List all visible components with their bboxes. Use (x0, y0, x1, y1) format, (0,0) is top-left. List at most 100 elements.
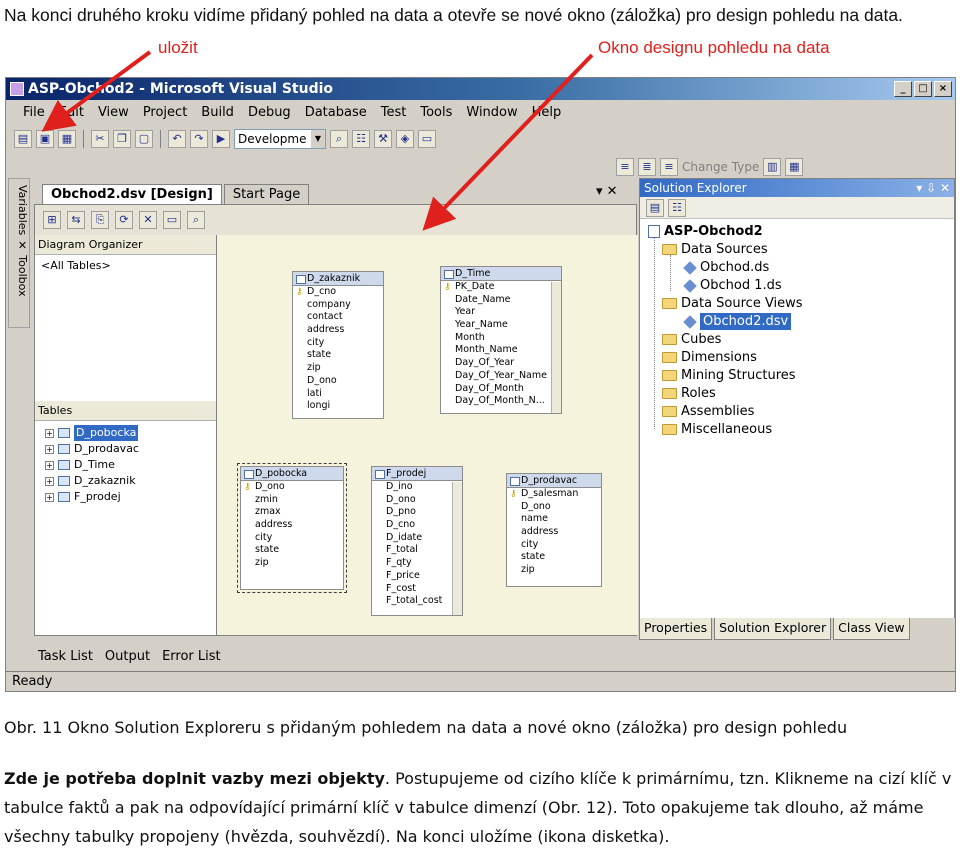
table-icon[interactable]: ▦ (785, 158, 804, 176)
configuration-combo[interactable]: Developme ▼ (234, 129, 326, 149)
expand-icon[interactable]: + (45, 492, 54, 502)
column[interactable]: F_total (372, 544, 462, 557)
column[interactable]: F_price (372, 570, 462, 583)
table-row[interactable]: + D_zakaznik (35, 473, 216, 489)
column[interactable]: F_cost (372, 583, 462, 596)
column[interactable]: city (241, 532, 343, 545)
expand-icon[interactable]: + (45, 476, 54, 486)
menu-file[interactable]: File (16, 102, 52, 124)
window-layout-icon[interactable]: ▭ (418, 130, 436, 148)
column[interactable]: address (293, 324, 383, 337)
column[interactable]: zmax (241, 506, 343, 519)
tree-node-ds2[interactable]: Obchod 1.ds (683, 277, 782, 294)
change-type-button[interactable]: Change Type (682, 160, 759, 174)
column[interactable]: contact (293, 311, 383, 324)
menu-debug[interactable]: Debug (241, 102, 298, 124)
properties-icon[interactable]: ☷ (352, 130, 370, 148)
column[interactable]: PK_Date (441, 281, 561, 294)
redo-icon[interactable]: ↷ (190, 130, 208, 148)
column[interactable]: Day_Of_Year (441, 357, 561, 370)
column[interactable]: D_cno (293, 286, 383, 299)
new-project-icon[interactable]: ▤ (14, 130, 32, 148)
format-icon[interactable]: ▥ (763, 158, 782, 176)
tab-class-view[interactable]: Class View (833, 618, 910, 640)
toolbox-icon[interactable]: ⚒ (374, 130, 392, 148)
column[interactable]: D_ono (293, 375, 383, 388)
maximize-button[interactable]: □ (914, 81, 932, 97)
table-row[interactable]: + D_prodavac (35, 441, 216, 457)
column[interactable]: zip (293, 362, 383, 375)
tree-node-data-sources[interactable]: Data Sources (662, 241, 768, 258)
menu-tools[interactable]: Tools (413, 102, 459, 124)
table-row[interactable]: + F_prodej (35, 489, 216, 505)
column[interactable]: state (507, 551, 601, 564)
solution-explorer-controls[interactable]: ▾ ⇩ ✕ (916, 179, 950, 197)
add-table-icon[interactable]: ⊞ (43, 211, 61, 229)
all-tables-diagram[interactable]: <All Tables> (35, 255, 216, 276)
tree-node-dimensions[interactable]: Dimensions (662, 349, 757, 366)
menu-build[interactable]: Build (194, 102, 241, 124)
column[interactable]: D_ono (507, 501, 601, 514)
align-center-icon[interactable]: ≣ (638, 158, 656, 176)
side-tool-strip[interactable]: Variables ✕ Toolbox (8, 178, 30, 328)
diagram-canvas[interactable]: D_zakaznik D_cno company contact address… (218, 235, 638, 635)
menu-database[interactable]: Database (298, 102, 374, 124)
column[interactable]: zip (507, 564, 601, 577)
undo-icon[interactable]: ↶ (168, 130, 186, 148)
menu-help[interactable]: Help (525, 102, 569, 124)
tab-error-list[interactable]: Error List (158, 648, 225, 665)
tab-properties[interactable]: Properties (639, 618, 713, 640)
menu-window[interactable]: Window (459, 102, 524, 124)
column[interactable]: D_pno (372, 506, 462, 519)
column[interactable]: D_salesman (507, 488, 601, 501)
column[interactable]: Day_Of_Year_Name (441, 370, 561, 383)
diagram-table-prodavac[interactable]: D_prodavac D_salesman D_ono name address… (506, 473, 602, 587)
expand-icon[interactable]: + (45, 444, 54, 454)
column[interactable]: lati (293, 388, 383, 401)
column[interactable]: D_cno (372, 519, 462, 532)
new-relationship-icon[interactable]: ⇆ (67, 211, 85, 229)
table-scrollbar[interactable] (452, 482, 462, 615)
tree-node-dsv1[interactable]: Obchod2.dsv (683, 313, 792, 330)
column[interactable]: address (507, 526, 601, 539)
column[interactable]: state (241, 544, 343, 557)
tree-node-assemblies[interactable]: Assemblies (662, 403, 754, 420)
document-tab-controls[interactable]: ▾ ✕ (596, 184, 618, 199)
show-all-files-icon[interactable]: ▤ (646, 198, 664, 217)
column[interactable]: Day_Of_Month_N... (441, 395, 561, 408)
object-browser-icon[interactable]: ◈ (396, 130, 414, 148)
column[interactable]: Year_Name (441, 319, 561, 332)
column[interactable]: F_qty (372, 557, 462, 570)
column[interactable]: F_total_cost (372, 595, 462, 608)
zoom-icon[interactable]: ⌕ (187, 211, 205, 229)
column[interactable]: Year (441, 306, 561, 319)
tab-dsv-design[interactable]: Obchod2.dsv [Design] (42, 184, 222, 204)
save-all-icon[interactable]: ▦ (58, 130, 76, 148)
find-icon[interactable]: ⌕ (330, 130, 348, 148)
table-row[interactable]: + D_Time (35, 457, 216, 473)
column[interactable]: longi (293, 400, 383, 413)
diagram-table-pobocka[interactable]: D_pobocka D_ono zmin zmax address city s… (237, 463, 347, 593)
menu-view[interactable]: View (91, 102, 136, 124)
tree-node-dsv[interactable]: Data Source Views (662, 295, 803, 312)
refresh-icon[interactable]: ⟳ (115, 211, 133, 229)
tree-node-roles[interactable]: Roles (662, 385, 716, 402)
column[interactable]: Date_Name (441, 294, 561, 307)
diagram-table-time[interactable]: D_Time PK_Date Date_Name Year Year_Name … (440, 266, 562, 414)
tree-node-mining[interactable]: Mining Structures (662, 367, 796, 384)
column[interactable]: Month_Name (441, 344, 561, 357)
tab-solution-explorer[interactable]: Solution Explorer (714, 618, 832, 640)
menu-edit[interactable]: Edit (52, 102, 91, 124)
save-icon[interactable]: ▣ (36, 130, 54, 148)
tree-node-misc[interactable]: Miscellaneous (662, 421, 772, 438)
expand-icon[interactable]: + (45, 460, 54, 470)
minimize-button[interactable]: _ (894, 81, 912, 97)
column[interactable]: D_ono (241, 481, 343, 494)
paste-icon[interactable]: ▢ (135, 130, 153, 148)
start-debug-icon[interactable]: ▶ (212, 130, 230, 148)
column[interactable]: D_idate (372, 532, 462, 545)
copy-icon[interactable]: ❐ (113, 130, 131, 148)
table-row[interactable]: + D_pobocka (35, 425, 216, 441)
tab-task-list[interactable]: Task List (34, 648, 97, 665)
column[interactable]: state (293, 349, 383, 362)
